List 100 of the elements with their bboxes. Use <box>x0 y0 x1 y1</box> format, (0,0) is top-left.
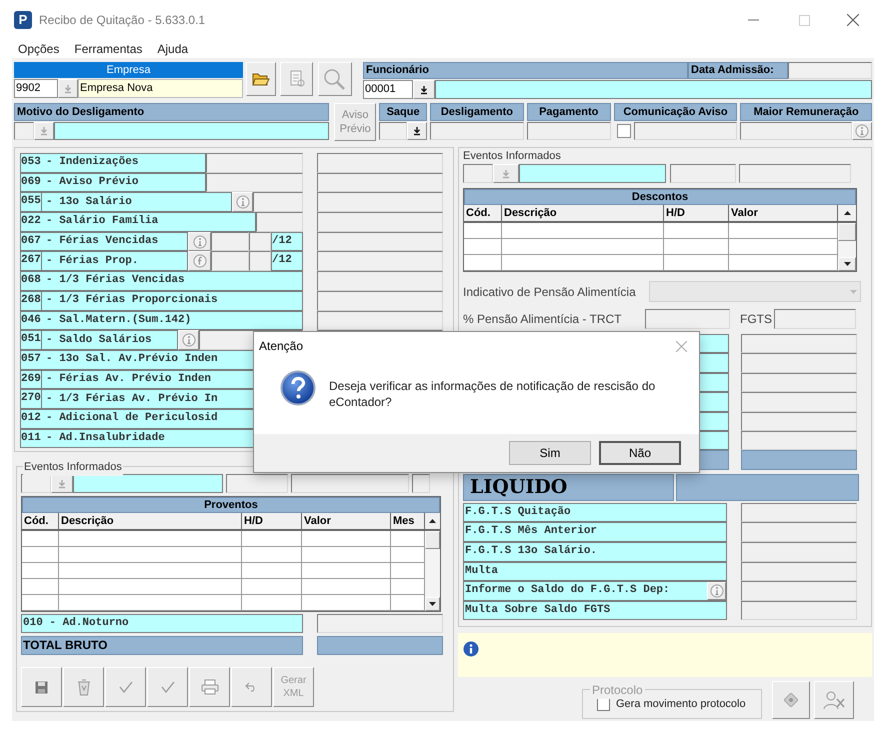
info-icon[interactable] <box>188 232 211 252</box>
checkbox[interactable] <box>616 124 631 138</box>
dialog-button[interactable]: Não <box>599 441 681 465</box>
column-header[interactable]: Cód. <box>464 205 502 221</box>
value-field[interactable] <box>211 232 249 252</box>
value-field[interactable] <box>317 192 443 212</box>
value-field[interactable] <box>317 290 443 310</box>
column-header[interactable]: Cód. <box>22 513 59 530</box>
value-field[interactable] <box>291 474 409 494</box>
column-header[interactable]: H/D <box>664 205 729 221</box>
download-icon[interactable] <box>407 122 428 140</box>
value-field[interactable] <box>317 232 443 252</box>
code-text: 057 <box>21 352 42 367</box>
menu-item[interactable]: Ferramentas <box>74 40 142 58</box>
minimize-icon[interactable] <box>748 19 759 21</box>
value-field[interactable] <box>317 251 443 272</box>
value-field[interactable] <box>317 172 443 192</box>
value-field[interactable] <box>634 122 738 140</box>
value-field[interactable] <box>774 309 856 329</box>
value-field[interactable] <box>741 581 857 601</box>
value-field[interactable] <box>741 600 857 620</box>
document-icon[interactable] <box>280 62 313 96</box>
scrollbar[interactable] <box>425 531 440 612</box>
event-field[interactable] <box>73 474 223 494</box>
scrollbar[interactable] <box>838 223 856 271</box>
info-icon[interactable] <box>232 192 253 212</box>
code-text: 267 <box>21 252 42 270</box>
code-field[interactable]: 00001 <box>363 80 413 99</box>
code-field[interactable]: 9902 <box>14 79 58 98</box>
value-field[interactable] <box>670 164 736 183</box>
value-field[interactable] <box>739 164 851 183</box>
value-field[interactable] <box>741 372 857 392</box>
label-text: - Férias Prop. <box>45 254 138 269</box>
label-text: - 13o Salário <box>45 194 132 210</box>
formula-icon[interactable] <box>188 251 211 272</box>
value-field[interactable] <box>788 62 872 79</box>
magnifier-icon[interactable] <box>318 62 352 96</box>
value-field[interactable] <box>249 232 271 252</box>
event-field[interactable] <box>519 164 666 183</box>
value-field[interactable] <box>741 353 857 373</box>
code-text: 270 <box>21 390 42 408</box>
value-field[interactable] <box>317 614 443 634</box>
scroll-thumb[interactable] <box>838 223 856 241</box>
person-cross-icon[interactable] <box>814 681 854 720</box>
label-text: - 13o Sal. Av.Prévio Inden <box>45 352 218 368</box>
column-header[interactable]: Descrição <box>59 513 242 530</box>
company-field[interactable]: Empresa Nova <box>78 79 243 98</box>
menu-item[interactable]: Ajuda <box>157 40 188 58</box>
value-field[interactable] <box>645 309 730 329</box>
value-field[interactable] <box>741 542 857 562</box>
value-field[interactable] <box>741 430 857 450</box>
question-icon <box>280 370 316 406</box>
group-header: Maior Remuneração <box>740 103 872 121</box>
value-field[interactable] <box>317 310 443 330</box>
value-field[interactable] <box>211 251 249 272</box>
download-icon[interactable] <box>413 80 435 99</box>
reason-field[interactable] <box>54 122 330 140</box>
value-field[interactable] <box>317 212 443 232</box>
suffix-text: /12 <box>271 232 303 252</box>
scroll-thumb[interactable] <box>425 531 440 550</box>
table-title: Proventos <box>22 497 440 514</box>
value-field[interactable] <box>463 164 493 183</box>
code-text: 055 <box>21 193 42 212</box>
value-field[interactable] <box>741 392 857 412</box>
value-field[interactable] <box>21 474 51 494</box>
value-field[interactable] <box>741 502 857 522</box>
value-field[interactable] <box>317 153 443 173</box>
value-field[interactable] <box>206 153 303 173</box>
value-field[interactable] <box>430 122 524 140</box>
value-field[interactable] <box>253 192 303 212</box>
menu-item[interactable]: Opções <box>18 40 60 58</box>
info-icon[interactable] <box>707 582 726 600</box>
column-header[interactable]: Valor <box>302 513 391 530</box>
scroll-down-icon[interactable] <box>838 257 856 271</box>
value-field[interactable] <box>226 474 288 494</box>
employee-field[interactable] <box>435 80 872 99</box>
value-field[interactable] <box>249 251 271 272</box>
info-icon[interactable] <box>852 122 872 140</box>
label-text: Multa Sobre Saldo FGTS <box>464 602 612 618</box>
value-field[interactable] <box>14 122 34 140</box>
column-header[interactable]: Descrição <box>502 205 664 221</box>
info-icon[interactable] <box>178 330 199 350</box>
label-field <box>699 334 729 354</box>
value-field[interactable] <box>256 212 303 232</box>
column-header[interactable]: H/D <box>242 513 302 530</box>
close-icon[interactable] <box>847 14 859 26</box>
value-field[interactable] <box>741 562 857 582</box>
value-field[interactable] <box>206 172 303 192</box>
scroll-down-icon[interactable] <box>425 597 440 612</box>
folder-icon[interactable] <box>246 62 276 96</box>
field-label: Indicativo de Pensão Alimentícia <box>463 284 636 300</box>
value-field[interactable] <box>741 334 857 354</box>
value-field[interactable] <box>526 122 611 140</box>
value-field[interactable] <box>741 522 857 542</box>
value-field[interactable] <box>317 271 443 291</box>
value-field[interactable] <box>412 474 430 494</box>
value-field[interactable] <box>741 412 857 431</box>
value-field[interactable] <box>740 122 852 140</box>
value-field[interactable] <box>379 122 408 140</box>
dialog-button[interactable]: Sim <box>509 441 591 465</box>
